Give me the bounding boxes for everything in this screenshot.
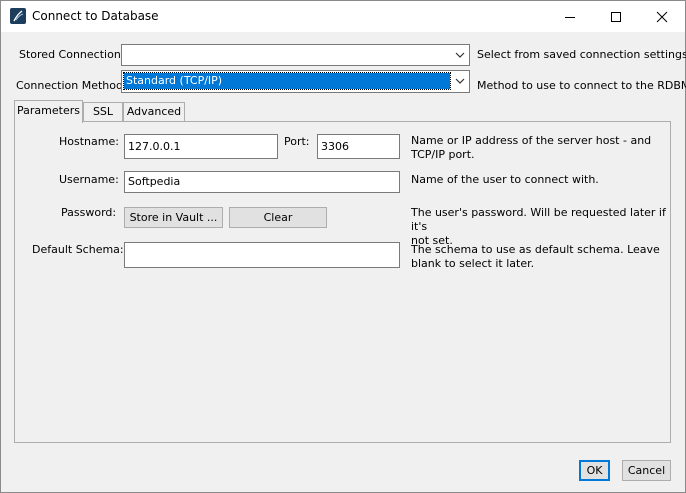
default-schema-desc-line2: blank to select it later. [411, 257, 535, 270]
default-schema-field[interactable] [124, 242, 400, 268]
hostname-desc-line2: TCP/IP port. [411, 148, 475, 161]
store-in-vault-button[interactable]: Store in Vault ... [124, 207, 223, 228]
connection-method-select[interactable]: Standard (TCP/IP) [121, 70, 470, 93]
maximize-icon [611, 11, 621, 22]
stored-connection-label: Stored Connection: [19, 48, 125, 61]
maximize-button[interactable] [593, 1, 639, 32]
chevron-down-icon [455, 52, 465, 58]
connect-dialog: Connect to Database Stored Connection: S… [0, 0, 686, 493]
window-title: Connect to Database [32, 9, 159, 23]
password-desc: The user's password. Will be requested l… [411, 206, 670, 248]
close-icon [656, 11, 668, 22]
username-field[interactable]: Softpedia [124, 171, 400, 193]
port-field[interactable]: 3306 [317, 134, 400, 159]
default-schema-label: Default Schema: [32, 243, 124, 256]
stored-connection-desc: Select from saved connection settings [477, 48, 686, 61]
title-bar: Connect to Database [1, 1, 685, 32]
parameters-panel: Hostname: 127.0.0.1 Port: 3306 Name or I… [14, 121, 671, 443]
tab-parameters[interactable]: Parameters [14, 100, 83, 123]
tab-ssl[interactable]: SSL [83, 102, 123, 122]
cancel-button[interactable]: Cancel [622, 460, 671, 481]
hostname-field[interactable]: 127.0.0.1 [124, 134, 278, 159]
hostname-label: Hostname: [59, 135, 119, 148]
default-schema-desc-line1: The schema to use as default schema. Lea… [411, 243, 660, 256]
hostname-desc: Name or IP address of the server host - … [411, 134, 651, 162]
minimize-icon [565, 16, 575, 18]
stored-connection-select[interactable] [121, 44, 470, 66]
minimize-button[interactable] [547, 1, 593, 32]
password-desc-line1: The user's password. Will be requested l… [411, 206, 666, 233]
default-schema-desc: The schema to use as default schema. Lea… [411, 243, 660, 271]
hostname-desc-line1: Name or IP address of the server host - … [411, 134, 652, 147]
ok-button[interactable]: OK [579, 460, 610, 481]
tab-advanced[interactable]: Advanced [123, 102, 185, 122]
chevron-down-icon [455, 78, 465, 84]
close-button[interactable] [639, 1, 685, 32]
username-label: Username: [59, 173, 119, 186]
connection-method-value: Standard (TCP/IP) [123, 72, 451, 90]
password-label: Password: [61, 206, 117, 219]
connection-method-desc: Method to use to connect to the RDBMS [477, 79, 686, 92]
connection-method-label: Connection Method: [16, 79, 127, 92]
clear-button[interactable]: Clear [229, 207, 327, 228]
username-desc: Name of the user to connect with. [411, 173, 599, 186]
port-label: Port: [284, 135, 310, 148]
app-icon [10, 8, 26, 24]
